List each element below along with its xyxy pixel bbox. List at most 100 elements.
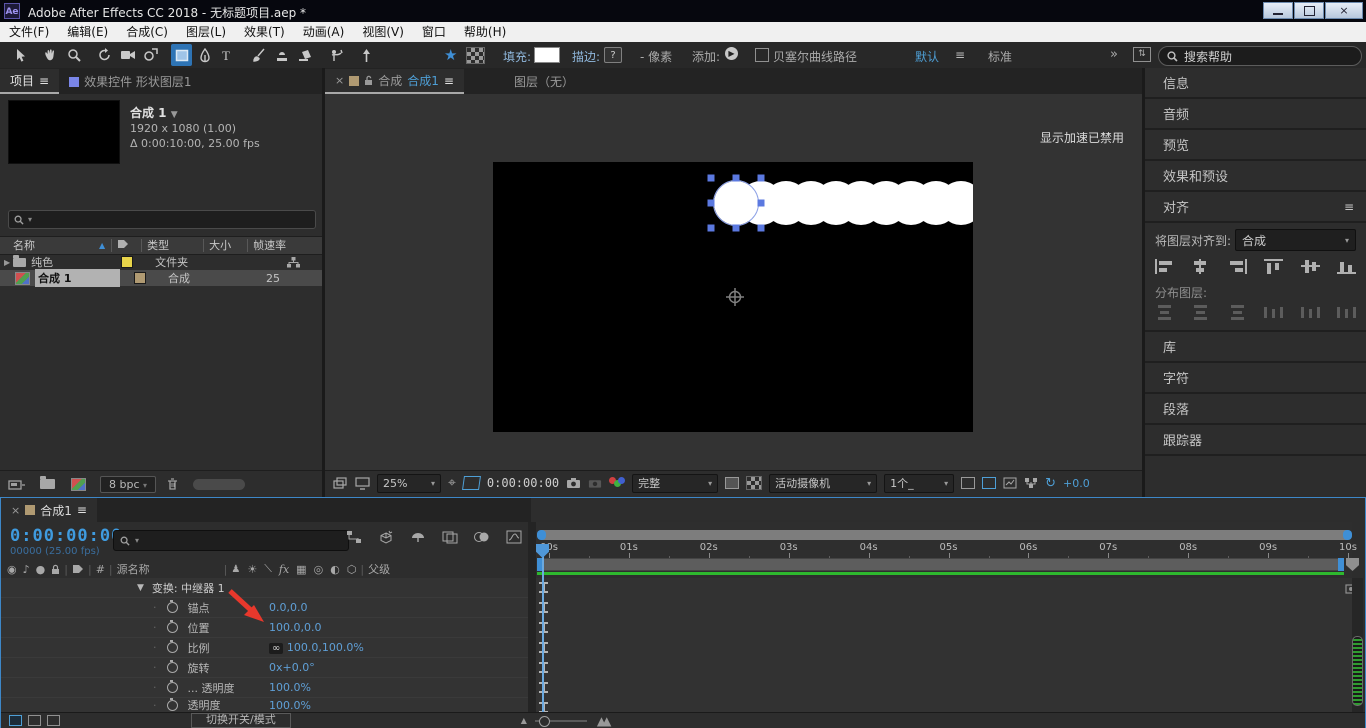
panel-header-库[interactable]: 库: [1145, 332, 1366, 363]
viewer-timecode[interactable]: 0:00:00:00: [487, 476, 559, 490]
track-row[interactable]: [536, 618, 1352, 639]
workspace-menu-icon[interactable]: ≡: [955, 48, 965, 62]
property-name[interactable]: 比例: [188, 640, 210, 656]
tab-composition[interactable]: × 合成 合成1 ≡: [325, 69, 464, 94]
type-tool[interactable]: T: [217, 44, 238, 66]
restore-button[interactable]: [1294, 2, 1324, 19]
pixel-aspect-icon[interactable]: [961, 477, 975, 489]
track-row[interactable]: [536, 638, 1352, 659]
column-label-icon[interactable]: [111, 239, 141, 252]
property-name[interactable]: 旋转: [188, 660, 210, 676]
menu-窗口[interactable]: 窗口: [413, 23, 455, 42]
unlock-icon[interactable]: [364, 75, 373, 86]
main-monitor-icon[interactable]: [355, 477, 370, 490]
property-name[interactable]: ... 透明度: [188, 680, 235, 696]
color-depth-button[interactable]: 8 bpc ▾: [100, 476, 156, 493]
property-name[interactable]: 位置: [188, 620, 210, 636]
source-name-column[interactable]: 源名称: [117, 561, 150, 577]
fx-switch-icon[interactable]: fx: [279, 563, 289, 576]
always-preview-icon[interactable]: [333, 477, 348, 490]
reset-exposure-icon[interactable]: ↻: [1045, 476, 1056, 491]
track-row[interactable]: [536, 698, 1352, 712]
panel-menu-icon[interactable]: ≡: [1344, 200, 1354, 214]
workspace-default-tab[interactable]: 默认: [915, 48, 939, 65]
align-top-icon[interactable]: [1264, 259, 1283, 274]
channel-colors-icon[interactable]: [609, 477, 625, 489]
resolution-dropdown[interactable]: 完整▾: [632, 474, 718, 493]
align-bottom-icon[interactable]: [1337, 259, 1356, 274]
timeline-button-icon[interactable]: [1003, 477, 1017, 489]
rectangle-tool[interactable]: [171, 44, 192, 66]
align-left-icon[interactable]: [1155, 259, 1174, 274]
property-name[interactable]: 锚点: [188, 600, 210, 616]
project-row-合成 1[interactable]: 合成 1合成25: [0, 270, 322, 286]
panel-menu-icon[interactable]: ≡: [39, 74, 49, 88]
panel-header-音频[interactable]: 音频: [1145, 99, 1366, 130]
timeline-navigator-bar[interactable]: [537, 530, 1352, 540]
stopwatch-icon[interactable]: [167, 682, 178, 693]
tab-effect-controls[interactable]: 效果控件 形状图层1: [59, 69, 201, 94]
property-row-位置[interactable]: ·位置100.0,0.0: [1, 618, 528, 638]
property-row-比例[interactable]: ·比例∞ 100.0,100.0%: [1, 638, 528, 658]
adjustment-switch-icon[interactable]: ◐: [330, 563, 340, 576]
close-tab-icon[interactable]: ×: [335, 74, 344, 87]
project-item-name[interactable]: 合成 1 ▼: [130, 104, 260, 121]
expand-render-time-icon[interactable]: [47, 715, 60, 726]
video-column-icon[interactable]: ◉: [7, 563, 17, 576]
property-value[interactable]: 0x+0.0°: [269, 661, 315, 674]
draft-3d-icon[interactable]: [378, 530, 394, 544]
graph-editor-icon[interactable]: [506, 530, 522, 544]
selection-tool[interactable]: [9, 44, 30, 66]
workspace-switcher-icon[interactable]: ⇅: [1133, 47, 1151, 62]
panel-header-效果和预设[interactable]: 效果和预设: [1145, 161, 1366, 192]
stroke-label[interactable]: 描边:: [572, 48, 600, 65]
transparency-grid-icon[interactable]: [746, 476, 762, 490]
eraser-tool[interactable]: [294, 44, 315, 66]
track-row[interactable]: [536, 578, 1352, 599]
track-row[interactable]: [536, 678, 1352, 699]
hand-tool[interactable]: [40, 44, 61, 66]
property-row-锚点[interactable]: ·锚点0.0,0.0: [1, 598, 528, 618]
toggle-switches-modes-button[interactable]: 切换开关/模式: [191, 713, 291, 728]
bezier-checkbox[interactable]: [755, 48, 769, 62]
add-circle-icon[interactable]: ▶: [725, 47, 738, 60]
close-tab-icon[interactable]: ×: [11, 504, 20, 517]
property-value[interactable]: 0.0,0.0: [269, 601, 307, 614]
timeline-timecode[interactable]: 0:00:00:00 00000 (25.00 fps): [10, 526, 122, 557]
menu-编辑(E)[interactable]: 编辑(E): [58, 23, 117, 42]
mask-checker-icon[interactable]: [466, 47, 485, 64]
zoom-slider-knob[interactable]: [539, 716, 550, 727]
flowchart-icon[interactable]: [1024, 477, 1038, 489]
frame-blend-switch-icon[interactable]: ▦: [296, 563, 306, 576]
panel-header-跟踪器[interactable]: 跟踪器: [1145, 425, 1366, 456]
panel-header-预览[interactable]: 预览: [1145, 130, 1366, 161]
new-composition-icon[interactable]: [71, 478, 86, 491]
menu-合成(C)[interactable]: 合成(C): [117, 23, 177, 42]
tab-layer[interactable]: 图层（无）: [504, 69, 584, 94]
panel-menu-icon[interactable]: ≡: [77, 503, 87, 517]
panel-menu-icon[interactable]: ≡: [444, 74, 454, 88]
panel-header-段落[interactable]: 段落: [1145, 394, 1366, 425]
navigator-start-handle[interactable]: [537, 530, 546, 540]
panel-header-字符[interactable]: 字符: [1145, 363, 1366, 394]
pan-behind-tool[interactable]: [140, 44, 161, 66]
new-folder-icon[interactable]: [40, 479, 55, 489]
collapse-arrow-icon[interactable]: ▼: [137, 583, 144, 593]
property-row-透明度[interactable]: ·透明度100.0%: [1, 698, 528, 712]
zoom-in-mountain-icon[interactable]: ▲▲: [597, 714, 607, 728]
lock-column-icon[interactable]: [51, 564, 60, 575]
index-column[interactable]: #: [96, 563, 105, 576]
camera-tool[interactable]: [117, 44, 138, 66]
align-h-center-icon[interactable]: [1191, 259, 1210, 274]
group-row-transform-repeater[interactable]: ▼ 变换: 中继器 1: [1, 578, 528, 598]
stopwatch-icon[interactable]: [167, 642, 178, 653]
region-of-interest-icon[interactable]: [462, 476, 481, 490]
tab-timeline-comp[interactable]: × 合成1 ≡: [1, 498, 97, 522]
solo-column-icon[interactable]: ●: [36, 563, 46, 576]
align-v-center-icon[interactable]: [1301, 259, 1320, 274]
group-label[interactable]: 变换: 中继器 1: [152, 580, 225, 596]
work-area-end[interactable]: [1338, 558, 1344, 571]
snapshot-camera-icon[interactable]: [566, 477, 581, 489]
horizontal-scrollbar[interactable]: [193, 479, 245, 490]
property-row-透明度[interactable]: ·... 透明度100.0%: [1, 678, 528, 698]
